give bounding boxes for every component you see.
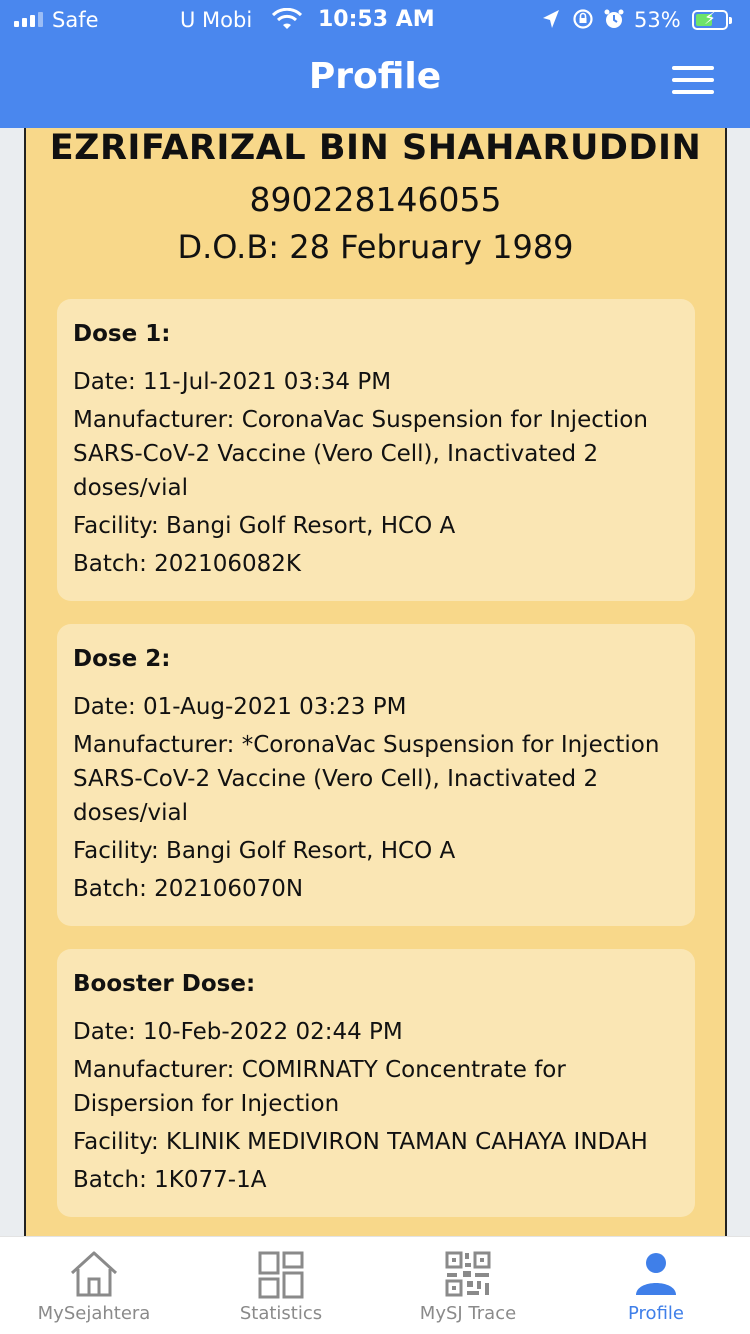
- status-bar: Safe U Mobi 10:53 AM 53% ⚡: [0, 0, 750, 40]
- dose-batch: Batch: 202106070N: [73, 876, 304, 902]
- dose-batch: Batch: 1K077-1A: [73, 1167, 267, 1193]
- wifi-icon: [271, 7, 303, 37]
- tab-label: Profile: [628, 1303, 684, 1324]
- rotation-lock-icon: [572, 8, 594, 35]
- alarm-icon: [603, 8, 625, 35]
- dose-facility: Facility: Bangi Golf Resort, HCO A: [73, 513, 456, 539]
- ic-number: 890228146055: [249, 180, 502, 219]
- dose-date: Date: 11-Jul-2021 03:34 PM: [73, 369, 392, 395]
- app-header: Safe U Mobi 10:53 AM 53% ⚡ Profile: [0, 0, 750, 128]
- tab-label: Statistics: [239, 1303, 323, 1324]
- dose-panel-2: Dose 2: Date: 01-Aug-2021 03:23 PM Manuf…: [57, 624, 695, 926]
- dose-title: Booster Dose:: [73, 971, 256, 997]
- dose-panel-1: Dose 1: Date: 11-Jul-2021 03:34 PM Manuf…: [57, 299, 695, 601]
- carrier-left: Safe: [52, 8, 99, 32]
- dose-batch: Batch: 202106082K: [73, 551, 301, 577]
- battery-percent: 53%: [634, 8, 681, 32]
- tab-profile[interactable]: Profile: [562, 1237, 750, 1334]
- dose-manufacturer: Manufacturer: *CoronaVac Suspension for …: [73, 732, 660, 826]
- location-arrow-icon: [541, 8, 561, 35]
- holder-name: EZRIFARIZAL BIN SHAHARUDDIN: [49, 128, 702, 168]
- battery-icon: ⚡: [692, 9, 732, 30]
- home-icon: [67, 1249, 121, 1301]
- carrier-right: U Mobi: [180, 8, 253, 32]
- dose-panel-booster: Booster Dose: Date: 10-Feb-2022 02:44 PM…: [57, 949, 695, 1217]
- page-title: Profile: [308, 56, 442, 97]
- dose-date: Date: 01-Aug-2021 03:23 PM: [73, 694, 407, 720]
- person-icon: [629, 1249, 683, 1301]
- tab-label: MySJ Trace: [419, 1303, 517, 1324]
- dose-title: Dose 1:: [73, 321, 171, 347]
- dose-facility: Facility: Bangi Golf Resort, HCO A: [73, 838, 456, 864]
- dose-manufacturer: Manufacturer: CoronaVac Suspension for I…: [73, 407, 648, 501]
- profile-content[interactable]: EZRIFARIZAL BIN SHAHARUDDIN 890228146055…: [0, 128, 750, 1236]
- tab-mysejahtera[interactable]: MySejahtera: [0, 1237, 188, 1334]
- tab-label: MySejahtera: [37, 1303, 151, 1324]
- date-of-birth: D.O.B: 28 February 1989: [177, 228, 574, 266]
- vaccination-certificate-card: EZRIFARIZAL BIN SHAHARUDDIN 890228146055…: [24, 128, 727, 1236]
- status-time: 10:53 AM: [318, 7, 435, 32]
- dose-facility: Facility: KLINIK MEDIVIRON TAMAN CAHAYA …: [73, 1129, 648, 1155]
- qr-code-icon: [441, 1249, 495, 1301]
- hamburger-menu-icon[interactable]: [672, 66, 714, 96]
- dose-manufacturer: Manufacturer: COMIRNATY Concentrate for …: [73, 1057, 566, 1117]
- bottom-tab-bar: MySejahtera Statistics MySJ Trace Profil…: [0, 1236, 750, 1334]
- signal-icon: [14, 12, 43, 27]
- tab-statistics[interactable]: Statistics: [187, 1237, 375, 1334]
- grid-icon: [254, 1249, 308, 1301]
- dose-title: Dose 2:: [73, 646, 171, 672]
- dose-date: Date: 10-Feb-2022 02:44 PM: [73, 1019, 403, 1045]
- tab-mysj-trace[interactable]: MySJ Trace: [374, 1237, 562, 1334]
